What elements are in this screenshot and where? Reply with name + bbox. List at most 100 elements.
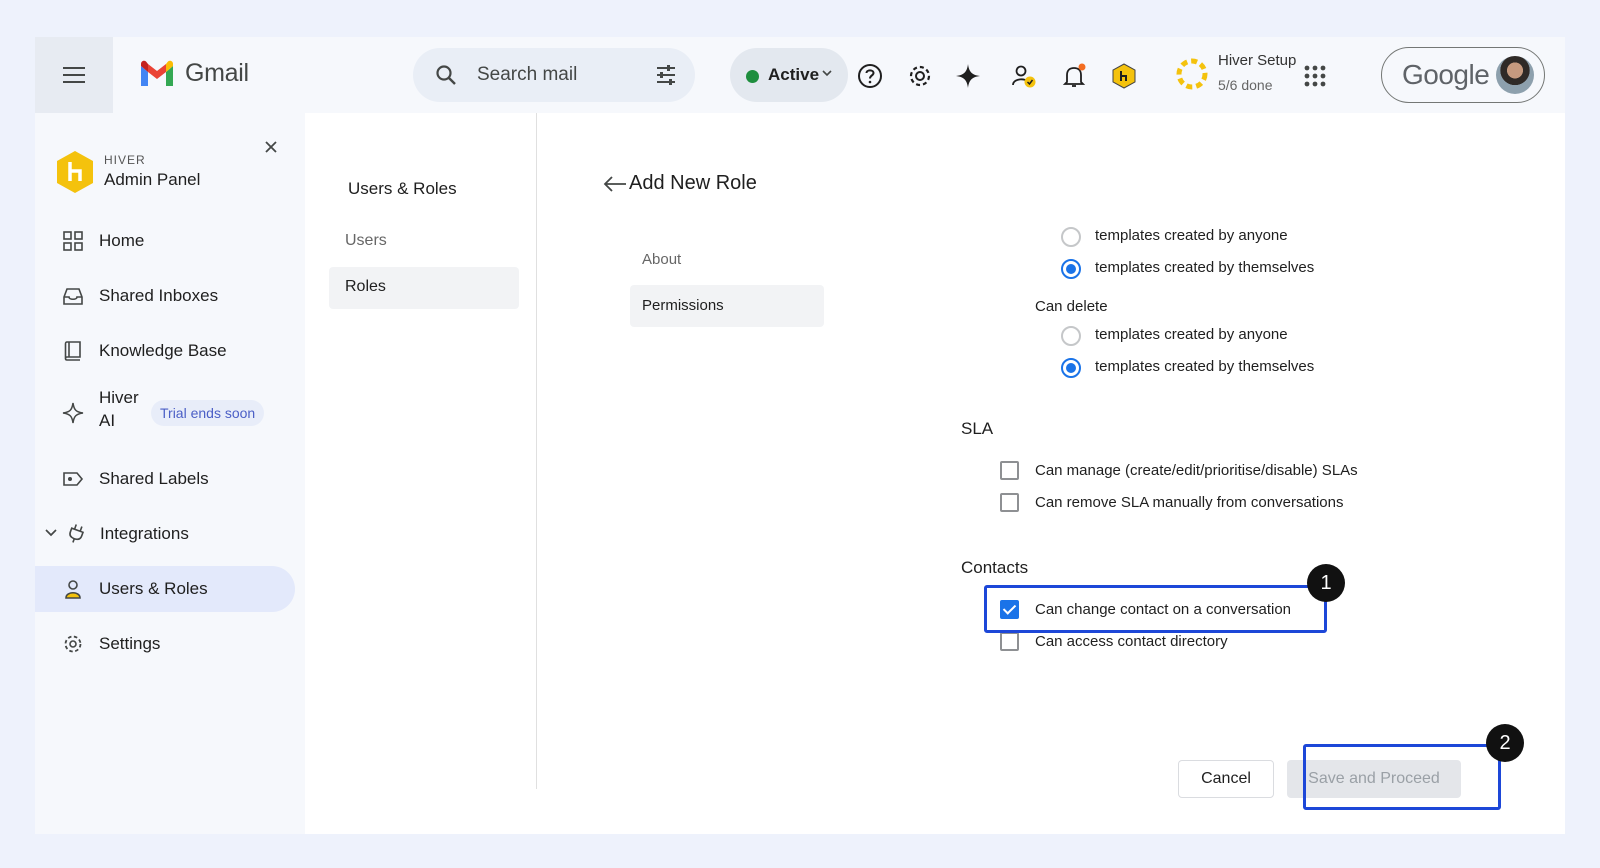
checkbox-manage-sla[interactable] (1000, 461, 1019, 480)
subnav-label: About (642, 251, 682, 268)
nav-item-label: Users (345, 232, 387, 249)
admin-panel: HIVER Admin Panel Home Shared Inboxes Kn… (35, 113, 1565, 834)
radio-edit-themselves[interactable] (1061, 259, 1081, 279)
option-label: Can remove SLA manually from conversatio… (1035, 494, 1344, 511)
setup-progress-text: 5/6 done (1218, 77, 1273, 93)
setup-title: Hiver Setup (1218, 52, 1297, 69)
user-status-button[interactable] (1009, 61, 1039, 91)
can-delete-label: Can delete (1035, 298, 1108, 315)
sidebar-item-home[interactable]: Home (35, 218, 295, 264)
sidebar-item-label: Shared Labels (99, 469, 209, 488)
sidebar-item-integrations[interactable]: Integrations (35, 511, 295, 557)
menu-icon (63, 67, 85, 83)
step-badge-2: 2 (1486, 724, 1524, 762)
subnav-label: Permissions (642, 297, 724, 314)
radio-edit-anyone[interactable] (1061, 227, 1081, 247)
help-icon (858, 64, 882, 88)
search-icon[interactable] (435, 64, 457, 86)
cancel-button[interactable]: Cancel (1178, 760, 1274, 798)
gear-icon (64, 635, 82, 653)
google-logo-text: Google (1402, 59, 1490, 90)
sla-section-title: SLA (961, 419, 994, 438)
hiver-shield-icon (1112, 63, 1136, 89)
nav-item-label: Roles (345, 278, 386, 295)
inbox-icon (63, 288, 83, 305)
sidebar-item-users-roles[interactable]: Users & Roles (35, 566, 295, 612)
settings-icon (909, 65, 931, 87)
label-share-icon (63, 472, 84, 486)
sidebar-item-shared-labels[interactable]: Shared Labels (35, 456, 295, 502)
trial-badge: Trial ends soon (151, 400, 265, 426)
close-icon[interactable] (261, 137, 281, 157)
sidebar-item-label: Shared Inboxes (99, 286, 219, 305)
sidebar-item-label: Settings (99, 634, 161, 653)
gmail-logo-icon (141, 60, 173, 86)
sidebar-item-settings[interactable]: Settings (35, 621, 295, 667)
status-dot (746, 70, 759, 83)
tune-icon[interactable] (655, 64, 677, 86)
gemini-button[interactable] (953, 61, 983, 91)
book-icon (64, 341, 81, 361)
page-title: Add New Role (629, 172, 757, 194)
help-button[interactable] (855, 61, 885, 91)
search-input[interactable]: Search mail (477, 64, 577, 86)
sidebar-item-label: Knowledge Base (99, 341, 227, 360)
chevron-down-icon (822, 70, 832, 77)
user-status-icon (1012, 65, 1036, 88)
subnav-about[interactable]: About (630, 239, 824, 281)
option-label: templates created by themselves (1095, 259, 1315, 276)
sidebar-item-label: Integrations (100, 524, 189, 543)
back-arrow-icon[interactable] (603, 175, 627, 193)
sparkle-icon (62, 402, 84, 424)
checkbox-access-directory[interactable] (1000, 632, 1019, 651)
sidebar-item-label: Users & Roles (99, 579, 208, 598)
hiver-logo-icon (57, 151, 93, 193)
option-label: Can access contact directory (1035, 633, 1228, 650)
top-bar: Gmail Search mail Active Hiver Setup 5/6… (35, 37, 1565, 113)
main-menu-button[interactable] (35, 37, 113, 113)
radio-delete-themselves[interactable] (1061, 358, 1081, 378)
app-frame: Gmail Search mail Active Hiver Setup 5/6… (35, 37, 1565, 834)
option-label: templates created by themselves (1095, 358, 1315, 375)
option-label: templates created by anyone (1095, 326, 1288, 343)
users-roles-nav: Users & Roles Users Roles (305, 113, 537, 789)
google-account-button[interactable]: Google (1381, 47, 1545, 103)
nav-item-users[interactable]: Users (329, 221, 519, 263)
step-badge-1: 1 (1307, 564, 1345, 602)
notifications-button[interactable] (1059, 61, 1089, 91)
contacts-section-title: Contacts (961, 558, 1029, 577)
option-label: Can manage (create/edit/prioritise/disab… (1035, 462, 1358, 479)
brand-small: HIVER (104, 153, 146, 167)
highlight-box-step-2 (1303, 744, 1501, 810)
settings-button[interactable] (905, 61, 935, 91)
checkbox-remove-sla[interactable] (1000, 493, 1019, 512)
sidebar-item-hiver-ai[interactable]: Hiver AI Trial ends soon (35, 383, 295, 443)
highlight-box-step-1 (984, 585, 1327, 633)
radio-delete-anyone[interactable] (1061, 326, 1081, 346)
setup-progress-ring-icon (1176, 58, 1208, 90)
sidebar-item-label: Hiver AI (99, 388, 139, 430)
nav-item-roles[interactable]: Roles (329, 267, 519, 309)
status-toggle[interactable]: Active (730, 48, 848, 102)
brand-title: Admin Panel (104, 170, 201, 189)
gmail-brand[interactable]: Gmail (139, 59, 249, 88)
hiver-extension-button[interactable] (1109, 61, 1139, 91)
home-grid-icon (63, 231, 83, 251)
chevron-down-icon[interactable] (45, 528, 57, 538)
gemini-sparkle-icon (956, 64, 980, 88)
gmail-app-name: Gmail (185, 59, 249, 87)
sidebar-item-knowledge-base[interactable]: Knowledge Base (35, 328, 295, 374)
status-label: Active (768, 65, 820, 84)
option-label: templates created by anyone (1095, 227, 1288, 244)
avatar (1496, 56, 1534, 94)
plug-icon (69, 524, 85, 543)
subnav-permissions[interactable]: Permissions (630, 285, 824, 327)
google-apps-button[interactable] (1300, 61, 1330, 91)
users-roles-title: Users & Roles (348, 179, 457, 198)
notification-bell-icon (1062, 63, 1086, 87)
user-icon (65, 580, 81, 599)
sidebar-item-label: Home (99, 231, 145, 250)
search-bar[interactable]: Search mail (413, 48, 695, 102)
sidebar-item-shared-inboxes[interactable]: Shared Inboxes (35, 273, 295, 319)
hiver-sidebar: HIVER Admin Panel Home Shared Inboxes Kn… (35, 113, 305, 834)
